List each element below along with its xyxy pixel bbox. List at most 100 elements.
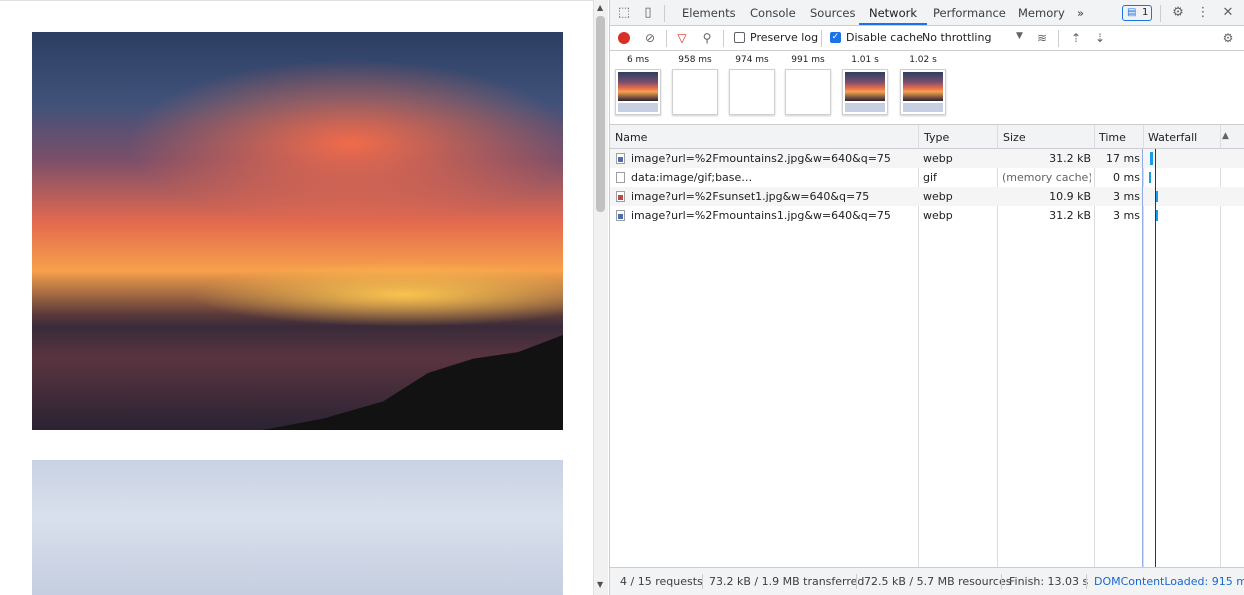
import-har-icon[interactable]: ⇡ [1068, 30, 1084, 46]
scroll-down-arrow-icon[interactable]: ▼ [597, 580, 603, 589]
request-time: 0 ms [1113, 171, 1140, 184]
toolbar-divider [1058, 30, 1059, 47]
toolbar-divider [723, 30, 724, 47]
finish-time: Finish: 13.03 s [1009, 575, 1089, 588]
screenshot-filmstrip: 6 ms 958 ms 974 ms 991 ms 1.01 s 1.02 s [610, 51, 1244, 125]
record-icon[interactable] [618, 32, 630, 44]
inspect-element-icon[interactable]: ⬚ [616, 5, 632, 21]
request-type: webp [923, 209, 953, 222]
waterfall-bar [1156, 191, 1158, 202]
tabbar-divider [664, 5, 665, 22]
image-file-icon [616, 191, 625, 202]
image-file-icon [616, 210, 625, 221]
frame-thumbnail-mountains [903, 103, 943, 112]
waterfall-bar [1149, 172, 1151, 183]
tab-performance[interactable]: Performance [923, 0, 1016, 25]
column-header-time[interactable]: Time [1099, 131, 1126, 144]
dom-content-loaded-line [1142, 149, 1143, 567]
scroll-up-arrow-icon[interactable]: ▲ [597, 3, 603, 12]
request-type: gif [923, 171, 937, 184]
status-divider [1001, 574, 1002, 589]
frame-thumbnail-sunset [618, 72, 658, 101]
frame-time: 1.01 s [851, 55, 879, 65]
column-header-type[interactable]: Type [924, 131, 949, 144]
filmstrip-frame[interactable] [842, 69, 888, 115]
tab-network[interactable]: Network [859, 0, 928, 25]
table-row[interactable]: image?url=%2Fsunset1.jpg&w=640&q=75 webp… [610, 187, 1244, 206]
filmstrip-frame[interactable] [672, 69, 718, 115]
filmstrip-frame[interactable] [729, 69, 775, 115]
frame-thumbnail-mountains [845, 103, 885, 112]
export-har-icon[interactable]: ⇣ [1092, 30, 1108, 46]
requests-table-header: Name Type Size Time Waterfall ▲ [610, 125, 1244, 149]
search-icon[interactable]: ⚲ [699, 30, 715, 46]
table-row[interactable]: image?url=%2Fmountains1.jpg&w=640&q=75 w… [610, 206, 1244, 225]
device-toolbar-icon[interactable]: ▯ [640, 5, 656, 21]
column-header-size[interactable]: Size [1003, 131, 1026, 144]
more-options-icon[interactable]: ⋮ [1195, 5, 1211, 21]
request-size: 31.2 kB [1049, 209, 1091, 222]
frame-time: 1.02 s [909, 55, 937, 65]
issues-badge[interactable]: ▤ 1 [1122, 5, 1152, 21]
message-icon: ▤ [1127, 7, 1137, 18]
page-scrollbar[interactable]: ▲ ▼ [593, 0, 608, 595]
request-name: image?url=%2Fsunset1.jpg&w=640&q=75 [631, 190, 870, 203]
disable-cache-label[interactable]: Disable cache [846, 31, 923, 44]
sort-ascending-icon[interactable]: ▲ [1222, 131, 1229, 141]
tab-memory[interactable]: Memory [1008, 0, 1075, 25]
clear-icon[interactable]: ⊘ [642, 30, 658, 46]
image-file-icon [616, 153, 625, 164]
filter-icon[interactable]: ▽ [674, 30, 690, 46]
mountains-image [32, 460, 563, 595]
frame-time: 974 ms [735, 55, 769, 65]
devtools-panel: ⬚ ▯ Elements Console Sources Network Per… [609, 0, 1244, 595]
throttling-select[interactable]: No throttling [922, 31, 991, 44]
sunset-image-shore [263, 335, 563, 430]
close-devtools-icon[interactable]: ✕ [1220, 5, 1236, 21]
throttling-dropdown-arrow-icon[interactable]: ▼ [1016, 31, 1023, 41]
filmstrip-frame[interactable] [900, 69, 946, 115]
more-tabs-chevron-icon[interactable]: » [1067, 0, 1094, 25]
waterfall-bar [1156, 210, 1158, 221]
toolbar-divider [666, 30, 667, 47]
tabbar-divider [1160, 5, 1161, 22]
resources-size: 72.5 kB / 5.7 MB resources [864, 575, 1012, 588]
tab-elements[interactable]: Elements [672, 0, 746, 25]
column-header-waterfall[interactable]: Waterfall [1148, 131, 1197, 144]
frame-time: 6 ms [626, 55, 650, 65]
filmstrip-frame[interactable] [785, 69, 831, 115]
frame-thumbnail-sunset [903, 72, 943, 101]
file-icon [616, 172, 625, 183]
network-toolbar: ⊘ ▽ ⚲ Preserve log ✓ Disable cache No th… [610, 26, 1244, 51]
request-name: image?url=%2Fmountains2.jpg&w=640&q=75 [631, 152, 891, 165]
preserve-log-checkbox[interactable] [734, 32, 745, 43]
column-header-name[interactable]: Name [615, 131, 647, 144]
scrollbar-thumb[interactable] [596, 16, 605, 212]
requests-count: 4 / 15 requests [620, 575, 703, 588]
request-time: 3 ms [1113, 209, 1140, 222]
devtools-tabbar: ⬚ ▯ Elements Console Sources Network Per… [610, 0, 1244, 26]
tab-sources[interactable]: Sources [800, 0, 866, 25]
preserve-log-label[interactable]: Preserve log [750, 31, 818, 44]
toolbar-divider [821, 30, 822, 47]
settings-gear-icon[interactable]: ⚙ [1170, 5, 1186, 21]
dom-content-loaded-time: DOMContentLoaded: 915 ms [1094, 575, 1244, 588]
filmstrip-frame[interactable] [615, 69, 661, 115]
status-divider [1086, 574, 1087, 589]
table-row[interactable]: image?url=%2Fmountains2.jpg&w=640&q=75 w… [610, 149, 1244, 168]
issues-count: 1 [1142, 7, 1149, 18]
disable-cache-checkbox[interactable]: ✓ [830, 32, 841, 43]
frame-time: 991 ms [791, 55, 825, 65]
load-event-line [1155, 149, 1156, 567]
transferred-size: 73.2 kB / 1.9 MB transferred [709, 575, 865, 588]
frame-time: 958 ms [678, 55, 712, 65]
network-settings-gear-icon[interactable]: ⚙ [1220, 30, 1236, 46]
request-type: webp [923, 152, 953, 165]
request-time: 17 ms [1106, 152, 1140, 165]
request-name: data:image/gif;base… [631, 171, 753, 184]
request-time: 3 ms [1113, 190, 1140, 203]
tab-console[interactable]: Console [740, 0, 806, 25]
table-row[interactable]: data:image/gif;base… gif (memory cache) … [610, 168, 1244, 187]
request-size: (memory cache) [1002, 171, 1091, 184]
network-conditions-icon[interactable]: ≋ [1034, 30, 1050, 46]
